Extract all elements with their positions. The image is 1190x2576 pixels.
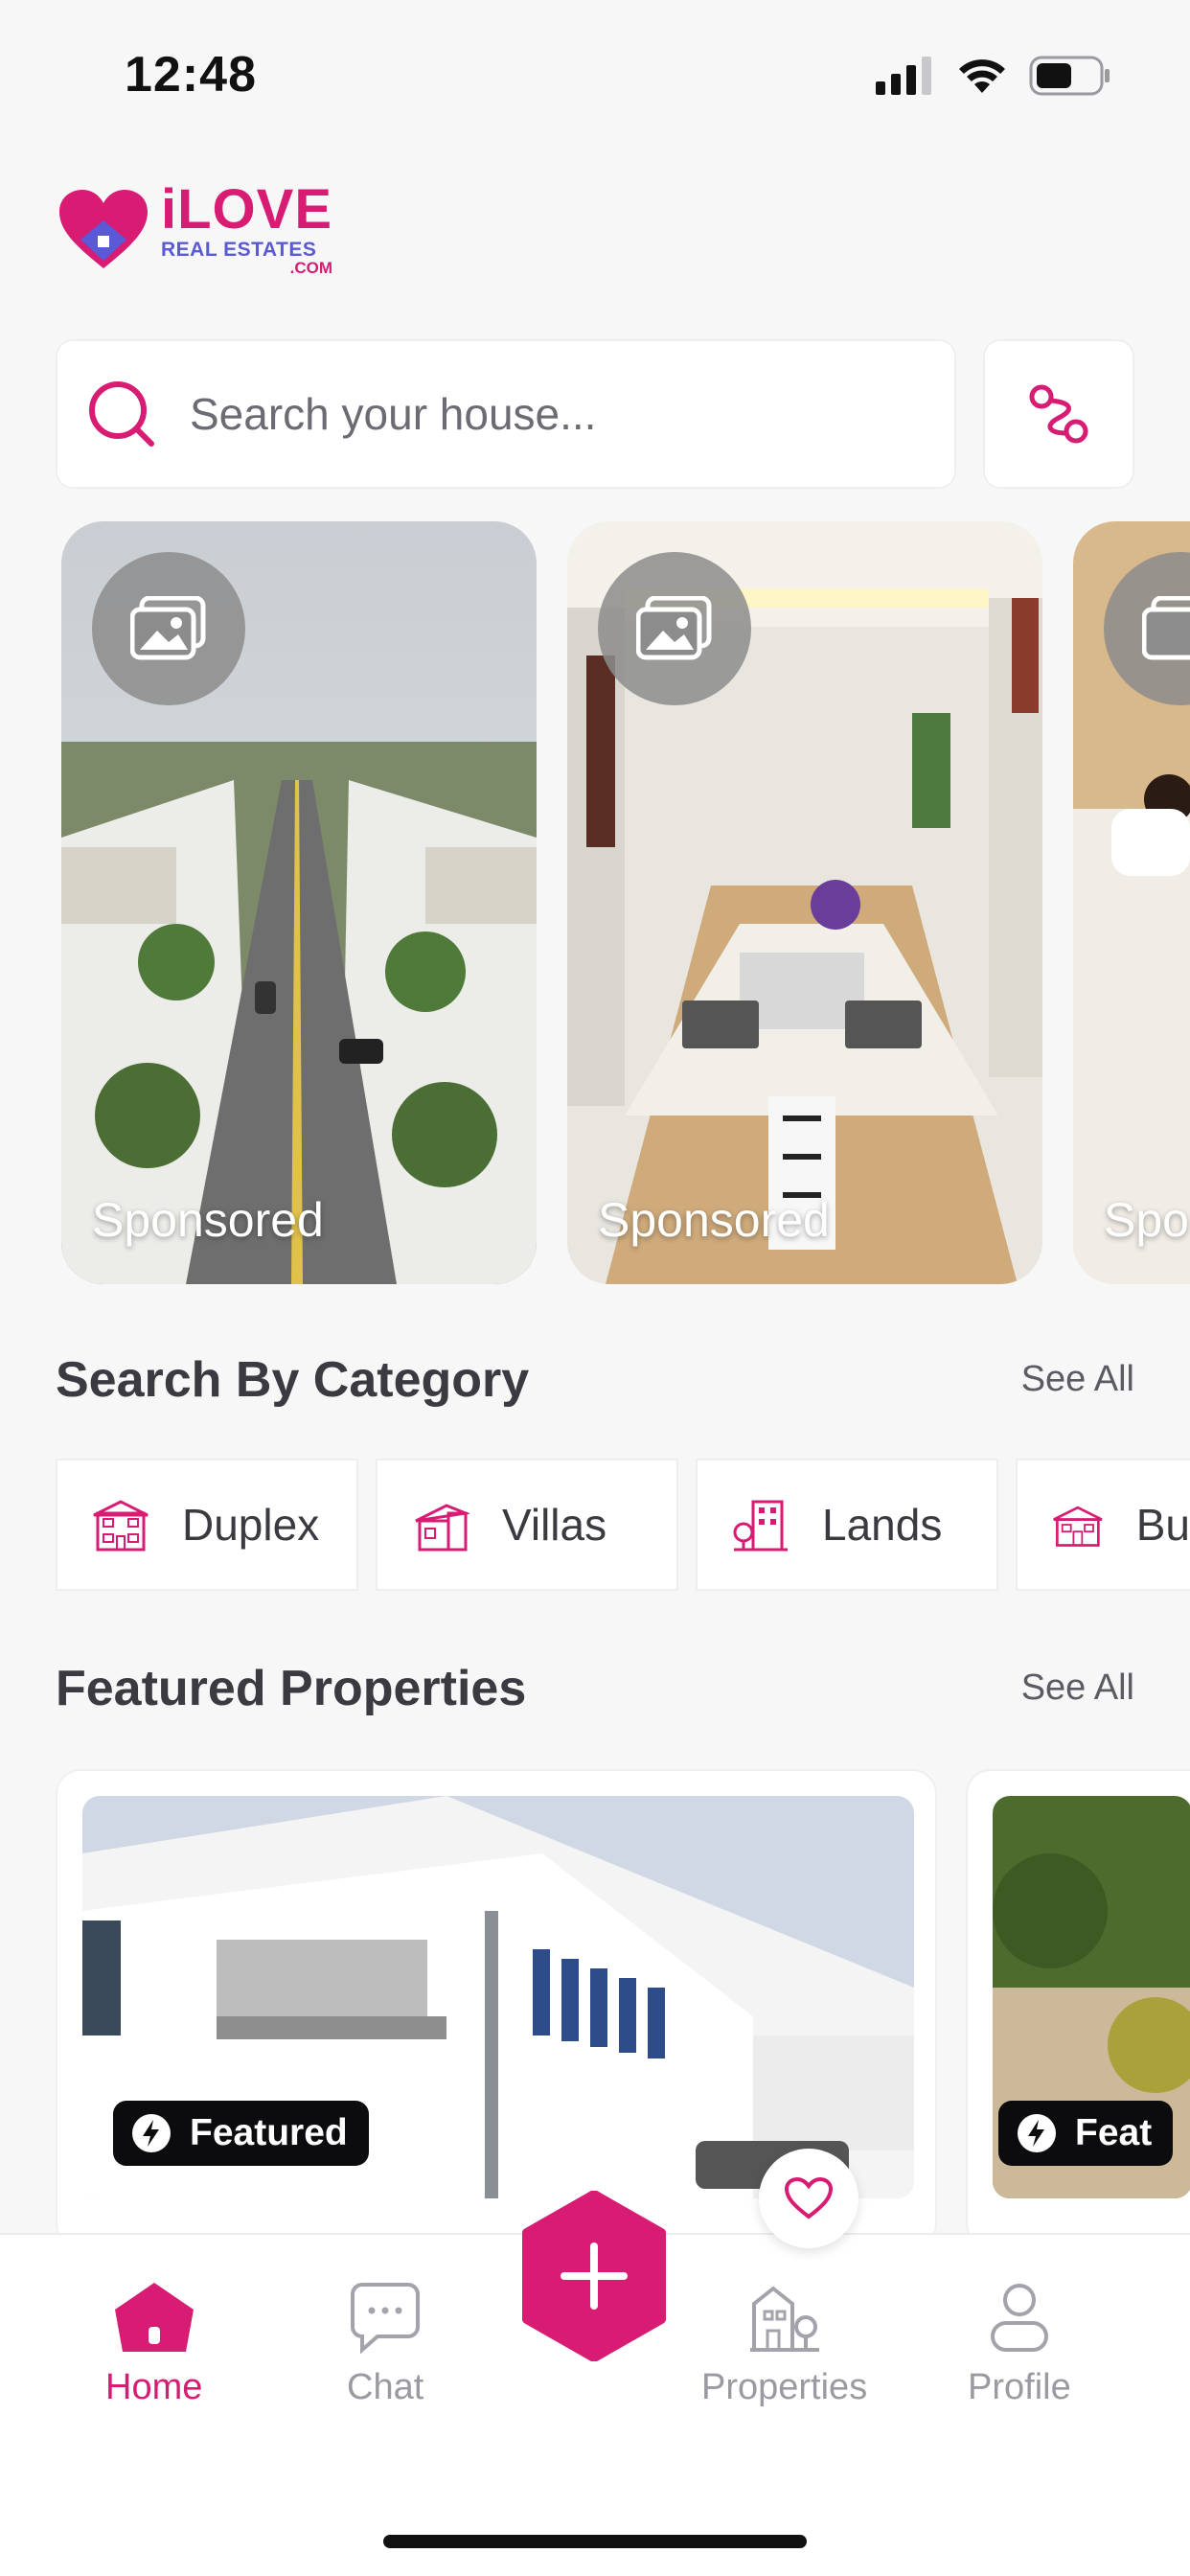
chat-icon — [351, 2283, 421, 2354]
logo-tld: .COM — [289, 259, 333, 277]
featured-badge: Featured — [113, 2101, 369, 2166]
gallery-badge — [92, 552, 245, 705]
wifi-icon — [959, 59, 1005, 93]
tab-properties[interactable]: Properties — [701, 2281, 867, 2408]
featured-section-title: Featured Properties — [56, 1661, 527, 1716]
sponsored-label: Sponsored — [92, 1193, 324, 1247]
gallery-badge — [598, 552, 751, 705]
route-filter-button[interactable] — [983, 339, 1134, 489]
search-icon — [89, 381, 154, 447]
villa-icon — [415, 1504, 469, 1552]
add-property-button[interactable] — [517, 2190, 671, 2362]
search-placeholder: Search your house... — [190, 389, 597, 439]
category-chip-bungalow[interactable]: Bu — [1016, 1459, 1190, 1591]
heart-house-logo-icon — [59, 190, 148, 268]
home-indicator — [383, 2535, 807, 2548]
tab-label: Properties — [701, 2367, 868, 2407]
tab-profile[interactable]: Profile — [968, 2281, 1071, 2408]
tab-label: Profile — [968, 2367, 1071, 2407]
logo-wordmark: iLOVE — [161, 178, 333, 241]
logo-subtitle: REAL ESTATES — [161, 239, 317, 261]
category-label: Villas — [502, 1500, 607, 1550]
category-see-all-link[interactable]: See All — [1021, 1359, 1134, 1400]
image-icon — [1142, 596, 1190, 660]
status-icons — [876, 56, 1111, 96]
plus-icon — [522, 2190, 666, 2362]
category-section-title: Search By Category — [56, 1352, 530, 1408]
category-chip-duplex[interactable]: Duplex — [56, 1459, 358, 1591]
category-chip-lands[interactable]: Lands — [696, 1459, 998, 1591]
featured-see-all-link[interactable]: See All — [1021, 1668, 1134, 1709]
featured-badge-label: Feat — [1075, 2112, 1153, 2153]
sponsored-card-3[interactable]: Spo — [1073, 521, 1190, 1284]
category-chip-villas[interactable]: Villas — [376, 1459, 678, 1591]
sponsored-card-2[interactable]: Sponsored — [567, 521, 1042, 1284]
battery-icon — [1029, 56, 1110, 96]
sponsored-card-1[interactable]: Sponsored — [61, 521, 537, 1284]
category-label: Lands — [822, 1500, 943, 1550]
tab-home[interactable]: Home — [105, 2281, 202, 2408]
tab-label: Chat — [347, 2367, 424, 2407]
image-icon — [130, 596, 206, 660]
bolt-icon — [132, 2114, 171, 2152]
featured-badge: Feat — [998, 2101, 1174, 2166]
route-icon — [1029, 384, 1088, 444]
profile-icon — [990, 2284, 1048, 2352]
image-icon — [636, 596, 712, 660]
tab-chat[interactable]: Chat — [347, 2281, 423, 2408]
search-input[interactable]: Search your house... — [56, 339, 956, 489]
sponsored-label: Sponsored — [598, 1193, 830, 1247]
properties-icon — [749, 2286, 819, 2352]
bungalow-icon — [1053, 1506, 1103, 1547]
home-icon — [114, 2283, 194, 2352]
duplex-icon — [93, 1500, 149, 1552]
featured-property-card-2[interactable]: Feat — [966, 1769, 1190, 2248]
featured-badge-label: Featured — [190, 2112, 348, 2153]
bolt-icon — [1018, 2114, 1056, 2152]
category-label: Duplex — [182, 1500, 320, 1550]
cellular-signal-icon — [876, 57, 931, 95]
status-time: 12:48 — [125, 47, 257, 103]
tab-label: Home — [105, 2367, 203, 2407]
land-icon — [733, 1500, 788, 1552]
category-label: Bu — [1135, 1500, 1190, 1550]
sponsored-label: Spo — [1104, 1193, 1189, 1247]
favorite-button[interactable] — [759, 2149, 858, 2248]
heart-icon — [784, 2176, 834, 2220]
app-logo: iLOVE REAL ESTATES .COM — [56, 182, 332, 276]
